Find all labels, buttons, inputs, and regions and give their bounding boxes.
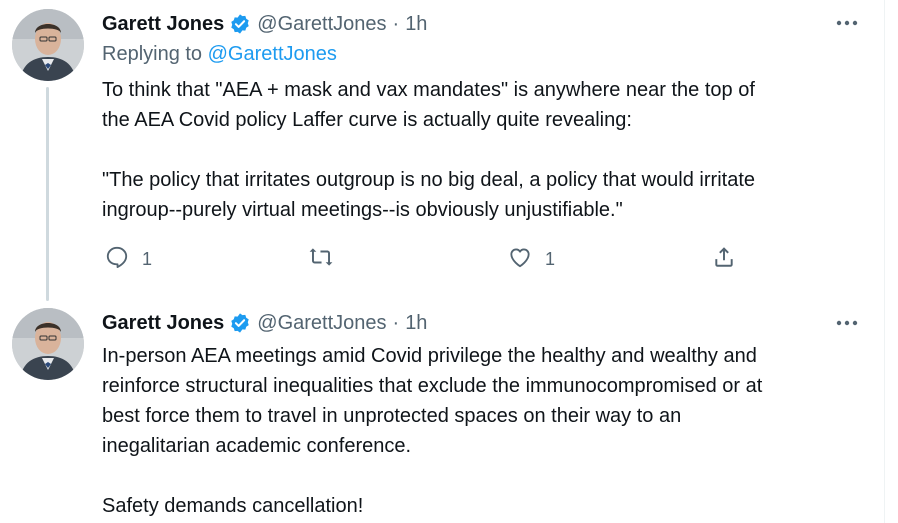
avatar[interactable]: [12, 9, 84, 81]
timestamp[interactable]: 1h: [405, 312, 427, 335]
tweet[interactable]: Garett Jones @GarettJones · 1h Replying …: [0, 0, 884, 301]
tweet-paragraph: In-person AEA meetings amid Covid privil…: [102, 345, 763, 457]
reply-count: 1: [142, 249, 153, 269]
author-handle[interactable]: @GarettJones: [257, 312, 386, 335]
tweet-header: Garett Jones @GarettJones · 1h: [102, 309, 427, 337]
author-name[interactable]: Garett Jones: [102, 312, 224, 335]
tweet-text: In-person AEA meetings amid Covid privil…: [102, 341, 872, 521]
share-icon: [711, 244, 737, 275]
tweet-paragraph: To think that "AEA + mask and vax mandat…: [102, 79, 755, 131]
timeline-border: [884, 0, 885, 523]
reply-icon: [104, 244, 130, 275]
replying-prefix: Replying to: [102, 43, 203, 65]
like-icon: [507, 244, 533, 275]
author-name[interactable]: Garett Jones: [102, 13, 224, 36]
tweet-text: To think that "AEA + mask and vax mandat…: [102, 75, 872, 225]
author-handle[interactable]: @GarettJones: [257, 13, 386, 36]
thread-connector: [46, 87, 49, 301]
more-icon[interactable]: [832, 13, 862, 33]
replying-handle-link[interactable]: @GarettJones: [208, 43, 337, 65]
tweet[interactable]: Garett Jones @GarettJones · 1h In-person…: [0, 300, 884, 523]
verified-badge-icon: [229, 13, 251, 35]
like-button[interactable]: 1: [507, 244, 555, 275]
retweet-button[interactable]: [307, 244, 347, 275]
tweet-header: Garett Jones @GarettJones · 1h: [102, 10, 427, 38]
replying-to: Replying to @GarettJones: [102, 43, 337, 66]
tweet-paragraph: "The policy that irritates outgroup is n…: [102, 169, 755, 221]
share-button[interactable]: [711, 244, 737, 275]
more-icon[interactable]: [832, 313, 862, 333]
separator-dot: ·: [392, 311, 400, 334]
avatar[interactable]: [12, 308, 84, 380]
tweet-paragraph: Safety demands cancellation!: [102, 495, 364, 517]
retweet-icon: [307, 244, 335, 275]
separator-dot: ·: [392, 12, 400, 35]
reply-button[interactable]: 1: [104, 244, 152, 275]
like-count: 1: [545, 249, 556, 269]
verified-badge-icon: [229, 312, 251, 334]
timestamp[interactable]: 1h: [405, 13, 427, 36]
